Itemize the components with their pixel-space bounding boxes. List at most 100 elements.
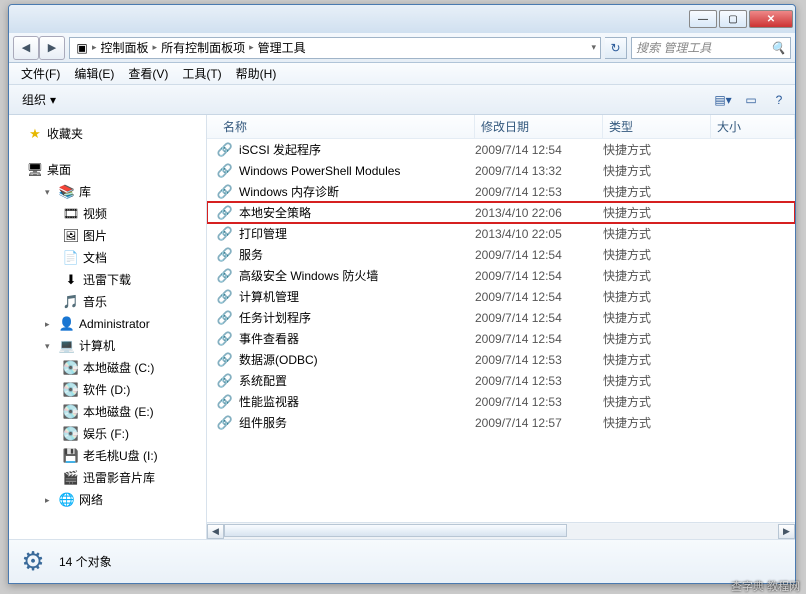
list-item[interactable]: 🔗 数据源(ODBC) 2009/7/14 12:53 快捷方式 — [207, 349, 795, 370]
nav-label: 网络 — [79, 491, 103, 509]
back-button[interactable]: ◀ — [13, 36, 39, 60]
list-item[interactable]: 🔗 性能监视器 2009/7/14 12:53 快捷方式 — [207, 391, 795, 412]
nav-drive-item[interactable]: 💽 本地磁盘 (C:) — [15, 357, 206, 379]
item-type: 快捷方式 — [603, 225, 711, 242]
col-size[interactable]: 大小 — [711, 115, 795, 138]
nav-lib-item[interactable]: 🖼 图片 — [15, 225, 206, 247]
item-type: 快捷方式 — [603, 330, 711, 347]
nav-network[interactable]: ▸ 🌐 网络 — [15, 489, 206, 511]
list-item[interactable]: 🔗 打印管理 2013/4/10 22:05 快捷方式 — [207, 223, 795, 244]
col-type[interactable]: 类型 — [603, 115, 711, 138]
list-item[interactable]: 🔗 组件服务 2009/7/14 12:57 快捷方式 — [207, 412, 795, 433]
maximize-button[interactable]: ▢ — [719, 10, 747, 28]
breadcrumb[interactable]: ▣ ▸ 控制面板 ▸ 所有控制面板项 ▸ 管理工具 ▾ — [69, 37, 601, 59]
nav-drive-item[interactable]: 💽 本地磁盘 (E:) — [15, 401, 206, 423]
preview-pane-button[interactable]: ▭ — [741, 90, 761, 110]
organize-button[interactable]: 组织 ▾ — [15, 88, 67, 111]
nav-label: Administrator — [79, 315, 150, 333]
nav-buttons: ◀ ▶ — [13, 36, 65, 60]
nav-lib-item[interactable]: 📄 文档 — [15, 247, 206, 269]
list-item[interactable]: 🔗 系统配置 2009/7/14 12:53 快捷方式 — [207, 370, 795, 391]
menu-edit[interactable]: 编辑(E) — [68, 63, 120, 84]
tree-collapse-icon[interactable]: ▾ — [45, 183, 55, 201]
scroll-left-button[interactable]: ◀ — [207, 524, 224, 539]
nav-computer[interactable]: ▾ 💻 计算机 — [15, 335, 206, 357]
views-button[interactable]: ▤▾ — [713, 90, 733, 110]
tree-expand-icon[interactable]: ▸ — [45, 491, 55, 509]
libraries-icon: 📚 — [59, 184, 75, 200]
nav-label: 计算机 — [79, 337, 115, 355]
menu-tools[interactable]: 工具(T) — [176, 63, 227, 84]
nav-drive-item[interactable]: 🎬 迅雷影音片库 — [15, 467, 206, 489]
chevron-right-icon[interactable]: ▸ — [249, 42, 254, 53]
list-item[interactable]: 🔗 计算机管理 2009/7/14 12:54 快捷方式 — [207, 286, 795, 307]
item-name: 计算机管理 — [239, 288, 299, 305]
forward-button[interactable]: ▶ — [39, 36, 65, 60]
list-item[interactable]: 🔗 高级安全 Windows 防火墙 2009/7/14 12:54 快捷方式 — [207, 265, 795, 286]
menu-file[interactable]: 文件(F) — [15, 63, 66, 84]
nav-pane[interactable]: ★ 收藏夹 🖥 桌面 ▾ 📚 库 🎞 视频 🖼 图片 � — [9, 115, 207, 539]
search-input[interactable]: 搜索 管理工具 🔍 — [631, 37, 791, 59]
menu-view[interactable]: 查看(V) — [122, 63, 174, 84]
nav-drive-item[interactable]: 💽 软件 (D:) — [15, 379, 206, 401]
computer-icon: 💻 — [59, 338, 75, 354]
folder-icon: 🎞 — [63, 206, 79, 222]
chevron-down-icon[interactable]: ▾ — [591, 42, 596, 53]
item-type: 快捷方式 — [603, 309, 711, 326]
nav-drive-item[interactable]: 💾 老毛桃U盘 (I:) — [15, 445, 206, 467]
crumb-all-items[interactable]: 所有控制面板项 — [159, 39, 247, 56]
list-item[interactable]: 🔗 Windows 内存诊断 2009/7/14 12:53 快捷方式 — [207, 181, 795, 202]
item-name: 高级安全 Windows 防火墙 — [239, 267, 378, 284]
drive-icon: 💽 — [63, 360, 79, 376]
nav-libraries[interactable]: ▾ 📚 库 — [15, 181, 206, 203]
window-controls: — ▢ ✕ — [689, 10, 793, 28]
item-date: 2009/7/14 12:53 — [475, 374, 603, 388]
col-date[interactable]: 修改日期 — [475, 115, 603, 138]
tree-expand-icon[interactable]: ▸ — [45, 315, 55, 333]
shortcut-icon: 🔗 — [217, 268, 233, 284]
toolbar: 组织 ▾ ▤▾ ▭ ? — [9, 85, 795, 115]
crumb-admin-tools[interactable]: 管理工具 — [256, 39, 308, 56]
nav-administrator[interactable]: ▸ 👤 Administrator — [15, 313, 206, 335]
search-icon[interactable]: 🔍 — [770, 40, 786, 56]
nav-lib-item[interactable]: ⬇ 迅雷下载 — [15, 269, 206, 291]
scroll-thumb[interactable] — [224, 524, 567, 537]
nav-lib-item[interactable]: 🎵 音乐 — [15, 291, 206, 313]
nav-drive-item[interactable]: 💽 娱乐 (F:) — [15, 423, 206, 445]
nav-favorites[interactable]: ★ 收藏夹 — [15, 123, 206, 145]
watermark: 查字典 教程网 — [731, 578, 800, 594]
item-date: 2009/7/14 12:53 — [475, 185, 603, 199]
menu-bar: 文件(F) 编辑(E) 查看(V) 工具(T) 帮助(H) — [9, 63, 795, 85]
nav-desktop[interactable]: 🖥 桌面 — [15, 159, 206, 181]
list-item[interactable]: 🔗 iSCSI 发起程序 2009/7/14 12:54 快捷方式 — [207, 139, 795, 160]
titlebar[interactable]: — ▢ ✕ — [9, 5, 795, 33]
list-item[interactable]: 🔗 任务计划程序 2009/7/14 12:54 快捷方式 — [207, 307, 795, 328]
item-name: 本地安全策略 — [239, 204, 311, 221]
help-button[interactable]: ? — [769, 90, 789, 110]
list-item[interactable]: 🔗 Windows PowerShell Modules 2009/7/14 1… — [207, 160, 795, 181]
item-type: 快捷方式 — [603, 288, 711, 305]
item-type: 快捷方式 — [603, 183, 711, 200]
refresh-button[interactable]: ↻ — [605, 37, 627, 59]
crumb-control-panel[interactable]: 控制面板 — [99, 39, 151, 56]
list-item[interactable]: 🔗 本地安全策略 2013/4/10 22:06 快捷方式 — [207, 202, 795, 223]
chevron-right-icon[interactable]: ▸ — [92, 42, 97, 53]
list-item[interactable]: 🔗 事件查看器 2009/7/14 12:54 快捷方式 — [207, 328, 795, 349]
menu-help[interactable]: 帮助(H) — [230, 63, 283, 84]
network-icon: 🌐 — [59, 492, 75, 508]
user-icon: 👤 — [59, 316, 75, 332]
horizontal-scrollbar[interactable]: ◀ ▶ — [207, 522, 795, 539]
file-list-pane: 名称 修改日期 类型 大小 🔗 iSCSI 发起程序 2009/7/14 12:… — [207, 115, 795, 539]
tree-collapse-icon[interactable]: ▾ — [45, 337, 55, 355]
nav-lib-item[interactable]: 🎞 视频 — [15, 203, 206, 225]
scroll-track[interactable] — [224, 524, 778, 539]
gear-icon: ⚙ — [17, 546, 49, 578]
chevron-right-icon[interactable]: ▸ — [153, 42, 158, 53]
col-name[interactable]: 名称 — [217, 115, 475, 138]
item-date: 2009/7/14 12:54 — [475, 248, 603, 262]
close-button[interactable]: ✕ — [749, 10, 793, 28]
minimize-button[interactable]: — — [689, 10, 717, 28]
file-list[interactable]: 🔗 iSCSI 发起程序 2009/7/14 12:54 快捷方式 🔗 Wind… — [207, 139, 795, 522]
scroll-right-button[interactable]: ▶ — [778, 524, 795, 539]
list-item[interactable]: 🔗 服务 2009/7/14 12:54 快捷方式 — [207, 244, 795, 265]
